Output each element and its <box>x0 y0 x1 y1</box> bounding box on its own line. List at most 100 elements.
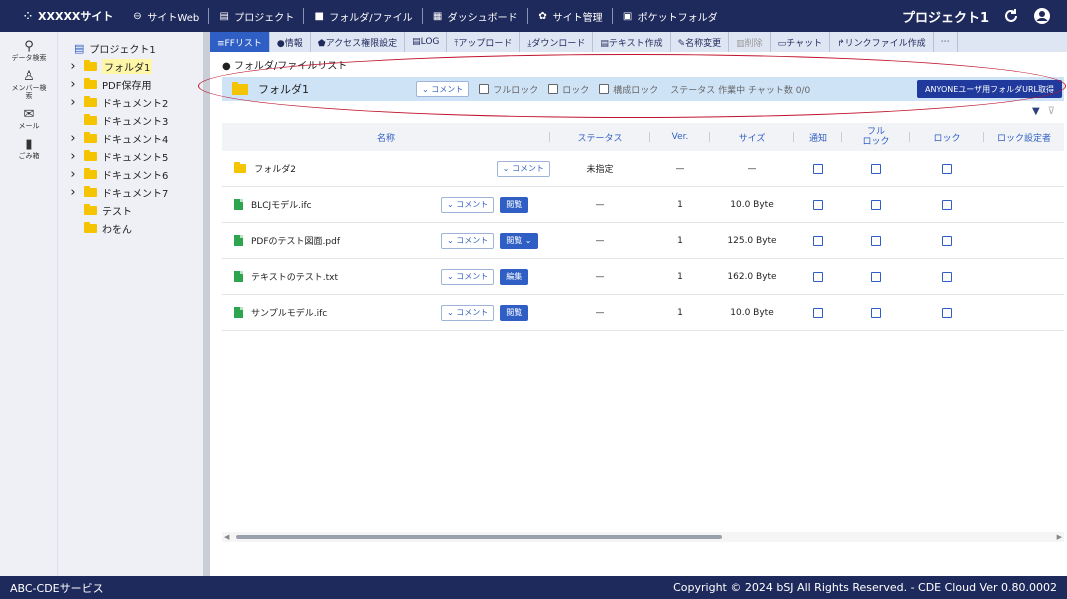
item-name-link[interactable]: サンプルモデル.ifc <box>251 306 441 319</box>
scroll-left-arrow[interactable]: ◀ <box>224 532 229 542</box>
file-action-button[interactable]: 編集 <box>500 268 529 285</box>
tree-node[interactable]: › ドキュメント7 <box>58 183 203 201</box>
cell-notify-checkbox[interactable] <box>813 307 823 318</box>
rail-data-search[interactable]: ⚲ データ検索 <box>0 40 58 63</box>
rail-trash[interactable]: ▮ ごみ箱 <box>0 138 58 161</box>
tree-node[interactable]: › PDF保存用 <box>58 75 203 93</box>
toolbar-button[interactable]: ▭チャット <box>771 32 831 52</box>
scroll-thumb[interactable] <box>236 535 722 539</box>
toolbar-button[interactable]: ⤒アップロード <box>447 32 521 52</box>
toolbar-button[interactable]: ↱リンクファイル作成 <box>830 32 934 52</box>
toolbar-button[interactable]: ⬟アクセス権限設定 <box>311 32 406 52</box>
table-row[interactable]: テキストのテスト.txt ⌄ コメント 編集 — 1 162.0 Byte <box>222 259 1064 295</box>
item-name-link[interactable]: PDFのテスト図面.pdf <box>251 234 441 247</box>
col-header-fulllock[interactable]: フル ロック <box>842 123 910 151</box>
toolbar-button[interactable]: ●情報 <box>270 32 311 52</box>
cell-notify-checkbox[interactable] <box>813 199 823 210</box>
cell-fulllock-checkbox[interactable] <box>871 271 881 282</box>
table-row[interactable]: BLCJモデル.ifc ⌄ コメント 閲覧 — 1 10.0 Byte <box>222 187 1064 223</box>
col-header-version[interactable]: Ver. <box>650 123 710 151</box>
structure-lock-checkbox[interactable] <box>599 84 610 94</box>
toolbar-button[interactable]: ≡FFリスト <box>210 32 270 52</box>
toolbar-button[interactable]: ▥削除 <box>729 32 771 52</box>
nav-site-web[interactable]: ⊖ サイトWeb <box>122 0 208 32</box>
chevron-right-icon[interactable]: › <box>68 131 78 146</box>
toolbar-button[interactable]: ⤓ダウンロード <box>520 32 594 52</box>
user-account-icon[interactable] <box>1033 7 1051 25</box>
refresh-icon[interactable] <box>1003 8 1019 24</box>
chevron-right-icon[interactable]: › <box>68 95 78 110</box>
site-brand[interactable]: ⁘ XXXXXサイト <box>0 0 122 32</box>
table-row[interactable]: フォルダ2 ⌄ コメント 未指定 — — <box>222 151 1064 187</box>
comment-button[interactable]: ⌄ コメント <box>441 232 495 249</box>
lock-option[interactable]: ロック <box>548 83 589 96</box>
comment-button[interactable]: ⌄ コメント <box>441 268 495 285</box>
col-header-lock[interactable]: ロック <box>910 123 984 151</box>
item-name-link[interactable]: フォルダ2 <box>254 162 491 175</box>
scroll-right-arrow[interactable]: ▶ <box>1057 532 1062 542</box>
chevron-right-icon[interactable]: › <box>68 167 78 182</box>
tree-node[interactable]: › ドキュメント4 <box>58 129 203 147</box>
nav-site-admin[interactable]: ✿ サイト管理 <box>528 0 612 32</box>
toolbar-button[interactable]: ⋯ <box>934 32 958 52</box>
col-header-size[interactable]: サイズ <box>710 123 794 151</box>
horizontal-scrollbar[interactable]: ◀ ▶ <box>222 532 1064 542</box>
cell-lock-checkbox[interactable] <box>942 307 952 318</box>
anyone-url-button[interactable]: ANYONEユーザ用フォルダURL取得 <box>917 80 1062 98</box>
nav-dashboard[interactable]: ▦ ダッシュボード <box>423 0 527 32</box>
table-row[interactable]: サンプルモデル.ifc ⌄ コメント 閲覧 — 1 10.0 Byte <box>222 295 1064 331</box>
col-header-status[interactable]: ステータス <box>550 123 650 151</box>
rail-member-search[interactable]: ♙ メンバー検索 <box>0 70 58 101</box>
rail-mail[interactable]: ✉ メール <box>0 108 58 131</box>
fulllock-checkbox[interactable] <box>479 84 490 94</box>
lock-checkbox[interactable] <box>548 84 559 94</box>
tree-node[interactable]: › ドキュメント5 <box>58 147 203 165</box>
tree-node[interactable]: テスト <box>58 201 203 219</box>
cell-notify-checkbox[interactable] <box>813 235 823 246</box>
item-name-link[interactable]: BLCJモデル.ifc <box>251 198 441 211</box>
col-header-locker[interactable]: ロック設定者 <box>984 123 1064 151</box>
cell-fulllock-checkbox[interactable] <box>871 235 881 246</box>
chevron-right-icon[interactable]: › <box>68 185 78 200</box>
cell-fulllock-checkbox[interactable] <box>871 199 881 210</box>
cell-lock-checkbox[interactable] <box>942 271 952 282</box>
cell-notify-checkbox[interactable] <box>813 163 823 174</box>
nav-folder-file[interactable]: ■ フォルダ/ファイル <box>304 0 421 32</box>
tree-node[interactable]: ドキュメント3 <box>58 111 203 129</box>
col-header-name[interactable]: 名称 <box>222 123 550 151</box>
chevron-right-icon[interactable]: › <box>68 149 78 164</box>
cell-fulllock-checkbox[interactable] <box>871 163 881 174</box>
toolbar-button[interactable]: ▤LOG <box>405 32 448 52</box>
folder-comment-button[interactable]: ⌄ コメント <box>416 81 470 97</box>
comment-button[interactable]: ⌄ コメント <box>441 196 495 213</box>
cell-lock-checkbox[interactable] <box>942 199 952 210</box>
col-header-notify[interactable]: 通知 <box>794 123 842 151</box>
cell-lock-checkbox[interactable] <box>942 163 952 174</box>
chevron-right-icon[interactable]: › <box>68 59 78 74</box>
fulllock-option[interactable]: フルロック <box>479 83 538 96</box>
chevron-right-icon[interactable]: › <box>68 77 78 92</box>
tree-node[interactable]: › フォルダ1 <box>58 57 203 75</box>
nav-project[interactable]: ▤ プロジェクト <box>209 0 303 32</box>
cell-fulllock-checkbox[interactable] <box>871 307 881 318</box>
tree-root-project[interactable]: ▤ プロジェクト1 <box>58 39 203 57</box>
comment-button[interactable]: ⌄ コメント <box>441 304 495 321</box>
comment-button[interactable]: ⌄ コメント <box>496 160 550 177</box>
structure-lock-option[interactable]: 構成ロック <box>599 83 658 96</box>
file-action-button[interactable]: 閲覧 <box>500 196 529 213</box>
toolbar-button[interactable]: ▤テキスト作成 <box>593 32 671 52</box>
file-action-button[interactable]: 閲覧 ⌄ <box>500 232 538 249</box>
table-row[interactable]: PDFのテスト図面.pdf ⌄ コメント 閲覧 ⌄ — 1 125.0 Byte <box>222 223 1064 259</box>
tree-node[interactable]: › ドキュメント2 <box>58 93 203 111</box>
tree-node[interactable]: わをん <box>58 219 203 237</box>
cell-lock-checkbox[interactable] <box>942 235 952 246</box>
filter-funnel-icon[interactable]: ▼ <box>1032 106 1040 117</box>
current-project-name[interactable]: プロジェクト1 <box>902 7 989 26</box>
toolbar-button[interactable]: ✎名称変更 <box>671 32 730 52</box>
pane-splitter[interactable] <box>203 32 210 576</box>
item-name-link[interactable]: テキストのテスト.txt <box>251 270 441 283</box>
cell-notify-checkbox[interactable] <box>813 271 823 282</box>
clear-filter-icon[interactable]: ⊽ <box>1048 106 1055 117</box>
file-action-button[interactable]: 閲覧 <box>500 304 529 321</box>
nav-pocket-folder[interactable]: ▣ ポケットフォルダ <box>613 0 727 32</box>
